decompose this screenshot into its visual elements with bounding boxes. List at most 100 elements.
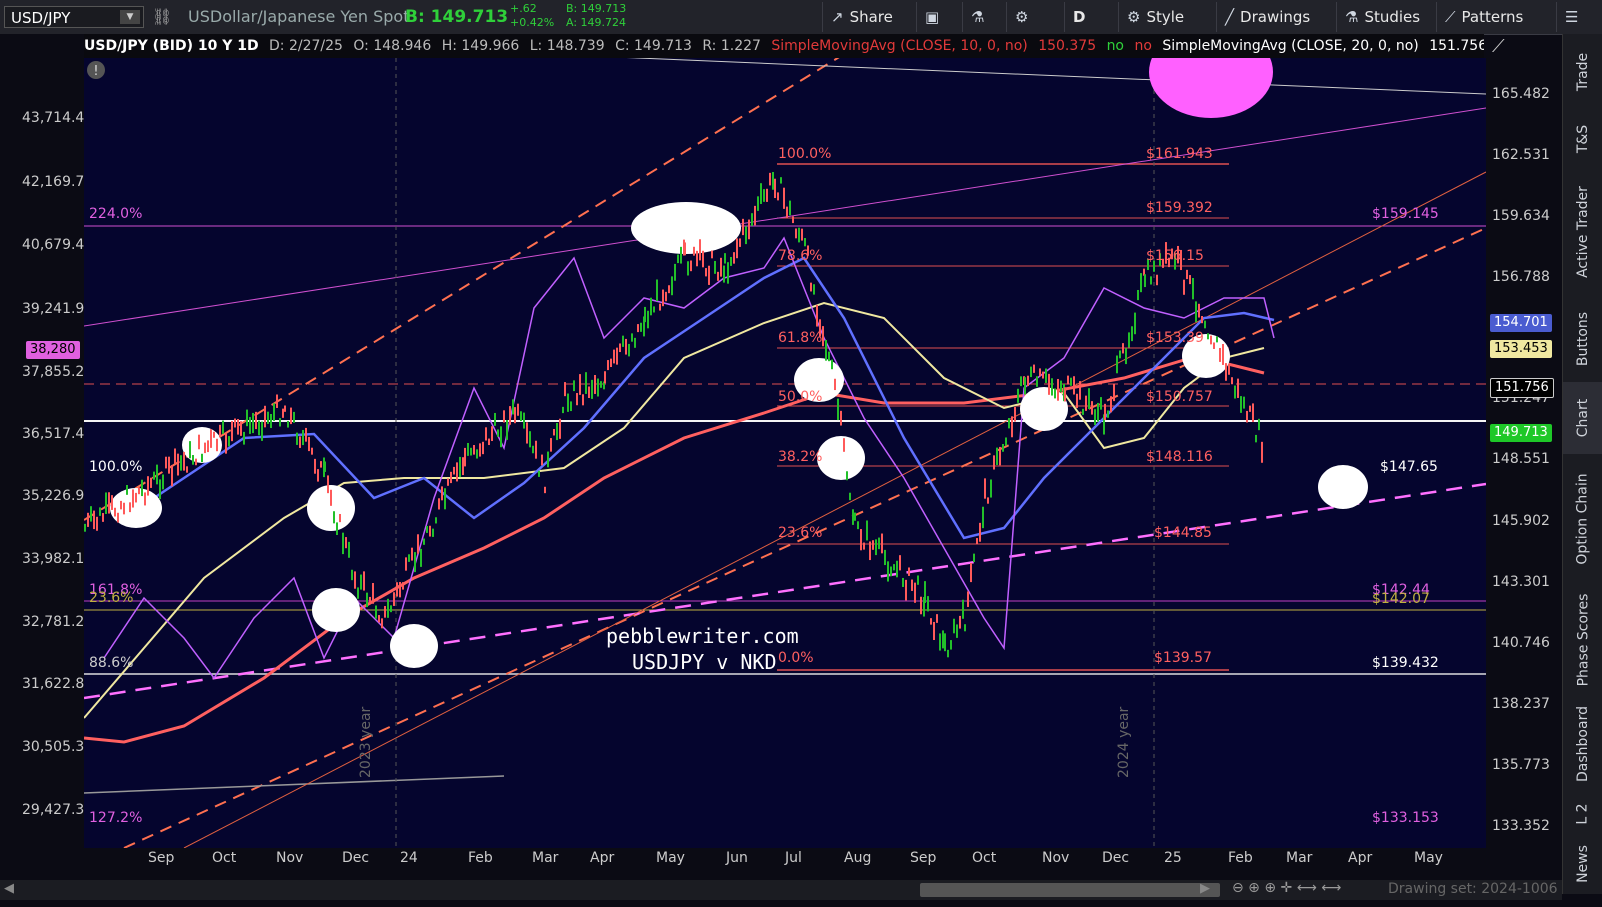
style-button[interactable]: ⚙ Style (1118, 2, 1216, 32)
price-candle (866, 520, 868, 541)
price-candle (1024, 377, 1026, 395)
time-axis: Sep Oct Nov Dec 24 Feb Mar Apr May Jun J… (84, 848, 1486, 870)
price-candle (625, 338, 627, 355)
price-candle (810, 282, 812, 292)
price-candle (760, 183, 762, 204)
price-candle (843, 438, 845, 452)
link-icon[interactable]: ⛓ (152, 0, 172, 34)
x-tick: May (1414, 850, 1443, 866)
price-candle (270, 413, 272, 429)
annotation-circle (1020, 387, 1068, 431)
price-candle (246, 409, 248, 427)
price-candle (378, 615, 380, 623)
price-candle (159, 479, 161, 500)
price-candle (320, 461, 322, 468)
price-candle (1042, 371, 1044, 379)
sma10-label[interactable]: SimpleMovingAvg (CLOSE, 10, 0, no) (771, 38, 1027, 54)
chart-scrollbar[interactable]: ◀ ▶ ⊖ ⊕ ⊕ ✛ ⟷ ⟷ Drawing set: 2024-1006 (0, 880, 1562, 900)
tab-ts[interactable]: T&S (1563, 110, 1602, 168)
price-candle (204, 442, 206, 454)
fib-pct-label: 38.2% (778, 449, 823, 465)
price-candle (447, 478, 449, 486)
price-candle (240, 421, 242, 436)
price-candle (1156, 274, 1158, 286)
fib-price-label: $144.85 (1154, 525, 1212, 541)
price-candle (213, 431, 215, 438)
price-candle (1073, 376, 1075, 395)
price-candle (255, 411, 257, 430)
price-candle (1082, 408, 1084, 415)
price-candle (339, 513, 341, 523)
price-candle (506, 420, 508, 440)
price-candle (616, 347, 618, 365)
settings-button[interactable]: ⚙ (1006, 2, 1064, 32)
tab-dashboard[interactable]: Dashboard (1563, 696, 1602, 792)
price-candle (769, 172, 771, 186)
price-candle (141, 479, 143, 497)
drawings-button[interactable]: ╱ Drawings (1216, 2, 1336, 32)
price-candle (559, 418, 561, 439)
timeframe-button[interactable]: D (1064, 2, 1118, 32)
price-candle (459, 456, 461, 478)
price-candle (693, 246, 695, 256)
price-candle (720, 257, 722, 277)
price-candle (631, 333, 633, 342)
price-candle (111, 495, 113, 510)
price-candle (1240, 396, 1242, 413)
x-tick: Apr (1348, 850, 1373, 866)
tab-chart[interactable]: Chart (1563, 382, 1602, 454)
price-candle (1020, 376, 1022, 387)
x-tick: May (656, 850, 685, 866)
trendline-orange (183, 171, 1486, 848)
patterns-button[interactable]: ⟋ Patterns (1436, 2, 1546, 32)
price-candle (366, 592, 368, 608)
x-tick: Oct (972, 850, 997, 866)
tab-option-chain[interactable]: Option Chain (1563, 454, 1602, 584)
scroll-right-icon[interactable]: ▶ (1200, 881, 1210, 896)
price-candle (105, 492, 107, 514)
price-candle (1100, 397, 1102, 410)
tab-active-trader[interactable]: Active Trader (1563, 168, 1602, 296)
price-candle (476, 449, 478, 459)
tab-news[interactable]: News (1563, 836, 1602, 892)
tab-buttons[interactable]: Buttons (1563, 296, 1602, 382)
share-button[interactable]: ↗ Share (822, 2, 916, 32)
price-candle (846, 471, 848, 481)
price-candle (252, 412, 254, 434)
chart-plot-area[interactable]: ! 224.0% 100.0% 161.8% 23.6% 88.6% 127.2… (84, 58, 1486, 848)
right-price-axis: 165.482 162.531 159.634 156.788 151.247 … (1486, 58, 1562, 848)
zoom-icons[interactable]: ⊖ ⊕ ⊕ ✛ ⟷ ⟷ (1232, 880, 1341, 896)
snapshot-button[interactable]: ▣ (916, 2, 962, 32)
price-candle (570, 401, 572, 412)
left-tick: 32,781.2 (22, 614, 85, 630)
price-candle (582, 394, 584, 406)
flask-button[interactable]: ⚗ (962, 2, 1006, 32)
sma20-label[interactable]: SimpleMovingAvg (CLOSE, 20, 0, no) (1162, 38, 1418, 54)
level-label: $133.153 (1372, 810, 1439, 826)
price-candle (908, 567, 910, 576)
price-candle (384, 606, 386, 618)
price-candle (479, 443, 481, 457)
price-candle (1186, 269, 1188, 280)
chevron-down-icon[interactable]: ▼ (120, 10, 140, 24)
symbol-text: USD/JPY (11, 9, 71, 27)
scroll-thumb[interactable] (920, 883, 1220, 897)
symbol-input[interactable]: USD/JPY ▼ (4, 6, 144, 28)
studies-button[interactable]: ⚗ Studies (1336, 2, 1436, 32)
price-candle (754, 205, 756, 226)
price-candle (849, 492, 851, 501)
price-candle (920, 596, 922, 615)
chart-mode-icon[interactable]: ⟋ (1492, 36, 1505, 57)
price-candle (674, 263, 676, 281)
scroll-left-icon[interactable]: ◀ (4, 881, 14, 896)
tab-l2[interactable]: L 2 (1563, 792, 1602, 836)
menu-button[interactable]: ☰ (1556, 2, 1596, 32)
tab-phase-scores[interactable]: Phase Scores (1563, 584, 1602, 696)
price-candle (243, 431, 245, 445)
price-candle (964, 624, 966, 632)
price-candle (736, 238, 738, 259)
price-candle (637, 324, 639, 333)
tab-trade[interactable]: Trade (1563, 34, 1602, 110)
right-tick: 133.352 (1492, 818, 1550, 834)
price-candle (544, 486, 546, 494)
